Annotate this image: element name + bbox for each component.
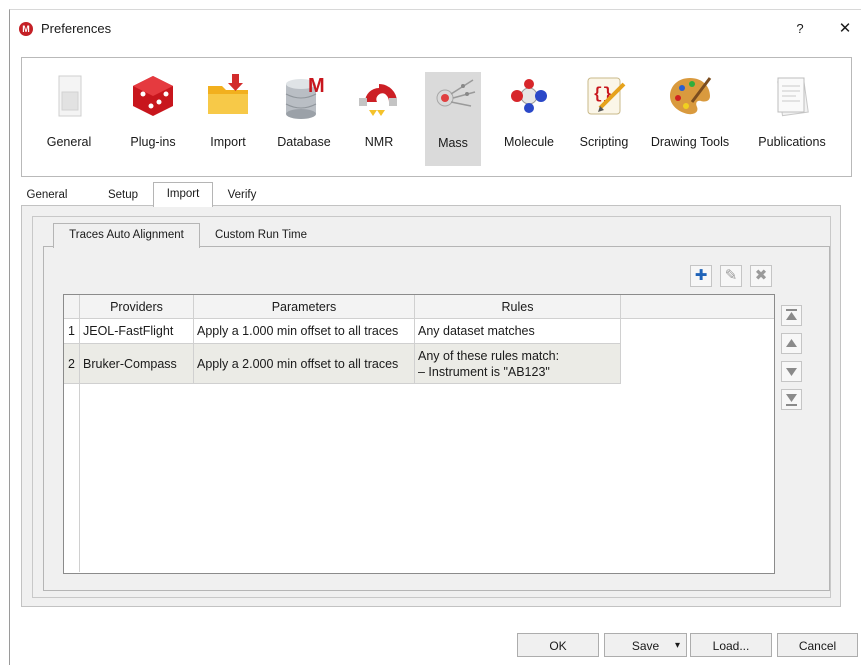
- subtab-custom-run-time[interactable]: Custom Run Time: [201, 224, 321, 248]
- tab-setup[interactable]: Setup: [96, 184, 150, 206]
- move-down-button[interactable]: [781, 361, 802, 382]
- save-button[interactable]: Save ▾: [604, 633, 687, 657]
- general-icon: [45, 72, 93, 120]
- tab-import[interactable]: Import: [153, 182, 213, 207]
- toolbar-item-label: NMR: [364, 135, 394, 149]
- ok-button[interactable]: OK: [517, 633, 599, 657]
- move-top-icon: [786, 309, 797, 320]
- cell-parameters[interactable]: Apply a 2.000 min offset to all traces: [194, 344, 415, 384]
- column-header-filler: [621, 295, 774, 319]
- save-button-label: Save: [631, 639, 660, 653]
- toolbar-item-label: Plug-ins: [130, 135, 176, 149]
- cancel-button[interactable]: Cancel: [777, 633, 858, 657]
- toolbar-item-publications[interactable]: Publications: [752, 72, 832, 154]
- cell-rules[interactable]: Any dataset matches: [415, 319, 621, 344]
- column-header-parameters[interactable]: Parameters: [194, 295, 415, 319]
- toolbar-item-database[interactable]: M Database: [274, 72, 334, 154]
- toolbar-item-label: General: [46, 135, 92, 149]
- cell-provider[interactable]: JEOL-FastFlight: [80, 319, 194, 344]
- svg-text:M: M: [308, 75, 325, 97]
- remove-rule-button[interactable]: ✖: [750, 265, 772, 287]
- window-title: Preferences: [41, 21, 112, 36]
- toolbar-item-label: Database: [277, 135, 331, 149]
- toolbar-item-label: Drawing Tools: [650, 135, 730, 149]
- toolbar-item-drawing-tools[interactable]: Drawing Tools: [645, 72, 735, 154]
- toolbar-item-label: Mass: [438, 136, 468, 150]
- move-down-icon: [786, 368, 797, 376]
- mass-icon: [429, 74, 477, 122]
- nmr-magnet-icon: [355, 72, 403, 120]
- providers-table: Providers Parameters Rules 1 JEOL-FastFl…: [63, 294, 775, 574]
- toolbar-item-label: Scripting: [579, 135, 629, 149]
- toolbar-item-plugins[interactable]: Plug-ins: [121, 72, 185, 154]
- close-button[interactable]: ✕: [835, 19, 855, 39]
- row-number: 2: [64, 344, 80, 384]
- toolbar-item-import[interactable]: Import: [202, 72, 254, 154]
- scripting-scroll-icon: {}: [580, 72, 628, 120]
- pencil-icon: ✎: [724, 267, 738, 284]
- toolbar-item-label: Molecule: [503, 135, 555, 149]
- row-header-gutter: [64, 384, 80, 572]
- cell-rules[interactable]: Any of these rules match: – Instrument i…: [415, 344, 621, 384]
- subtab-traces-auto-alignment[interactable]: Traces Auto Alignment: [53, 223, 200, 248]
- column-header-providers[interactable]: Providers: [80, 295, 194, 319]
- edit-rule-button[interactable]: ✎: [720, 265, 742, 287]
- plugins-icon: [129, 72, 177, 120]
- help-button[interactable]: ?: [790, 19, 810, 39]
- tab-general[interactable]: General: [22, 184, 72, 206]
- column-header-rules[interactable]: Rules: [415, 295, 621, 319]
- move-top-button[interactable]: [781, 305, 802, 326]
- toolbar-item-mass[interactable]: Mass: [425, 72, 481, 166]
- move-bottom-button[interactable]: [781, 389, 802, 410]
- table-corner-header: [64, 295, 80, 319]
- row-number: 1: [64, 319, 80, 344]
- toolbar-item-label: Import: [210, 135, 246, 149]
- app-logo-icon: M: [19, 22, 33, 36]
- x-icon: ✖: [754, 267, 768, 284]
- rule-line: – Instrument is "AB123": [418, 365, 550, 379]
- move-up-icon: [786, 339, 797, 347]
- plus-icon: ✚: [694, 267, 708, 284]
- preferences-category-toolbar: General Plug-ins Import M Database NMR M…: [21, 57, 852, 177]
- molecule-icon: [505, 72, 553, 120]
- move-up-button[interactable]: [781, 333, 802, 354]
- toolbar-item-scripting[interactable]: {} Scripting: [573, 72, 635, 154]
- title-bar: M Preferences ? ✕: [10, 10, 861, 48]
- palette-icon: [666, 72, 714, 120]
- move-bottom-icon: [786, 394, 797, 406]
- cell-provider[interactable]: Bruker-Compass: [80, 344, 194, 384]
- toolbar-item-general[interactable]: General: [42, 72, 96, 154]
- import-folder-icon: [204, 72, 252, 120]
- database-icon: M: [280, 72, 328, 120]
- chevron-down-icon[interactable]: ▾: [675, 634, 680, 658]
- toolbar-item-molecule[interactable]: Molecule: [498, 72, 560, 154]
- cell-parameters[interactable]: Apply a 1.000 min offset to all traces: [194, 319, 415, 344]
- toolbar-item-label: Publications: [758, 135, 826, 149]
- add-rule-button[interactable]: ✚: [690, 265, 712, 287]
- load-button[interactable]: Load...: [690, 633, 772, 657]
- publications-icon: [768, 72, 816, 120]
- tab-verify[interactable]: Verify: [217, 184, 267, 206]
- toolbar-item-nmr[interactable]: NMR: [355, 72, 403, 154]
- rule-line: Any of these rules match:: [418, 349, 560, 363]
